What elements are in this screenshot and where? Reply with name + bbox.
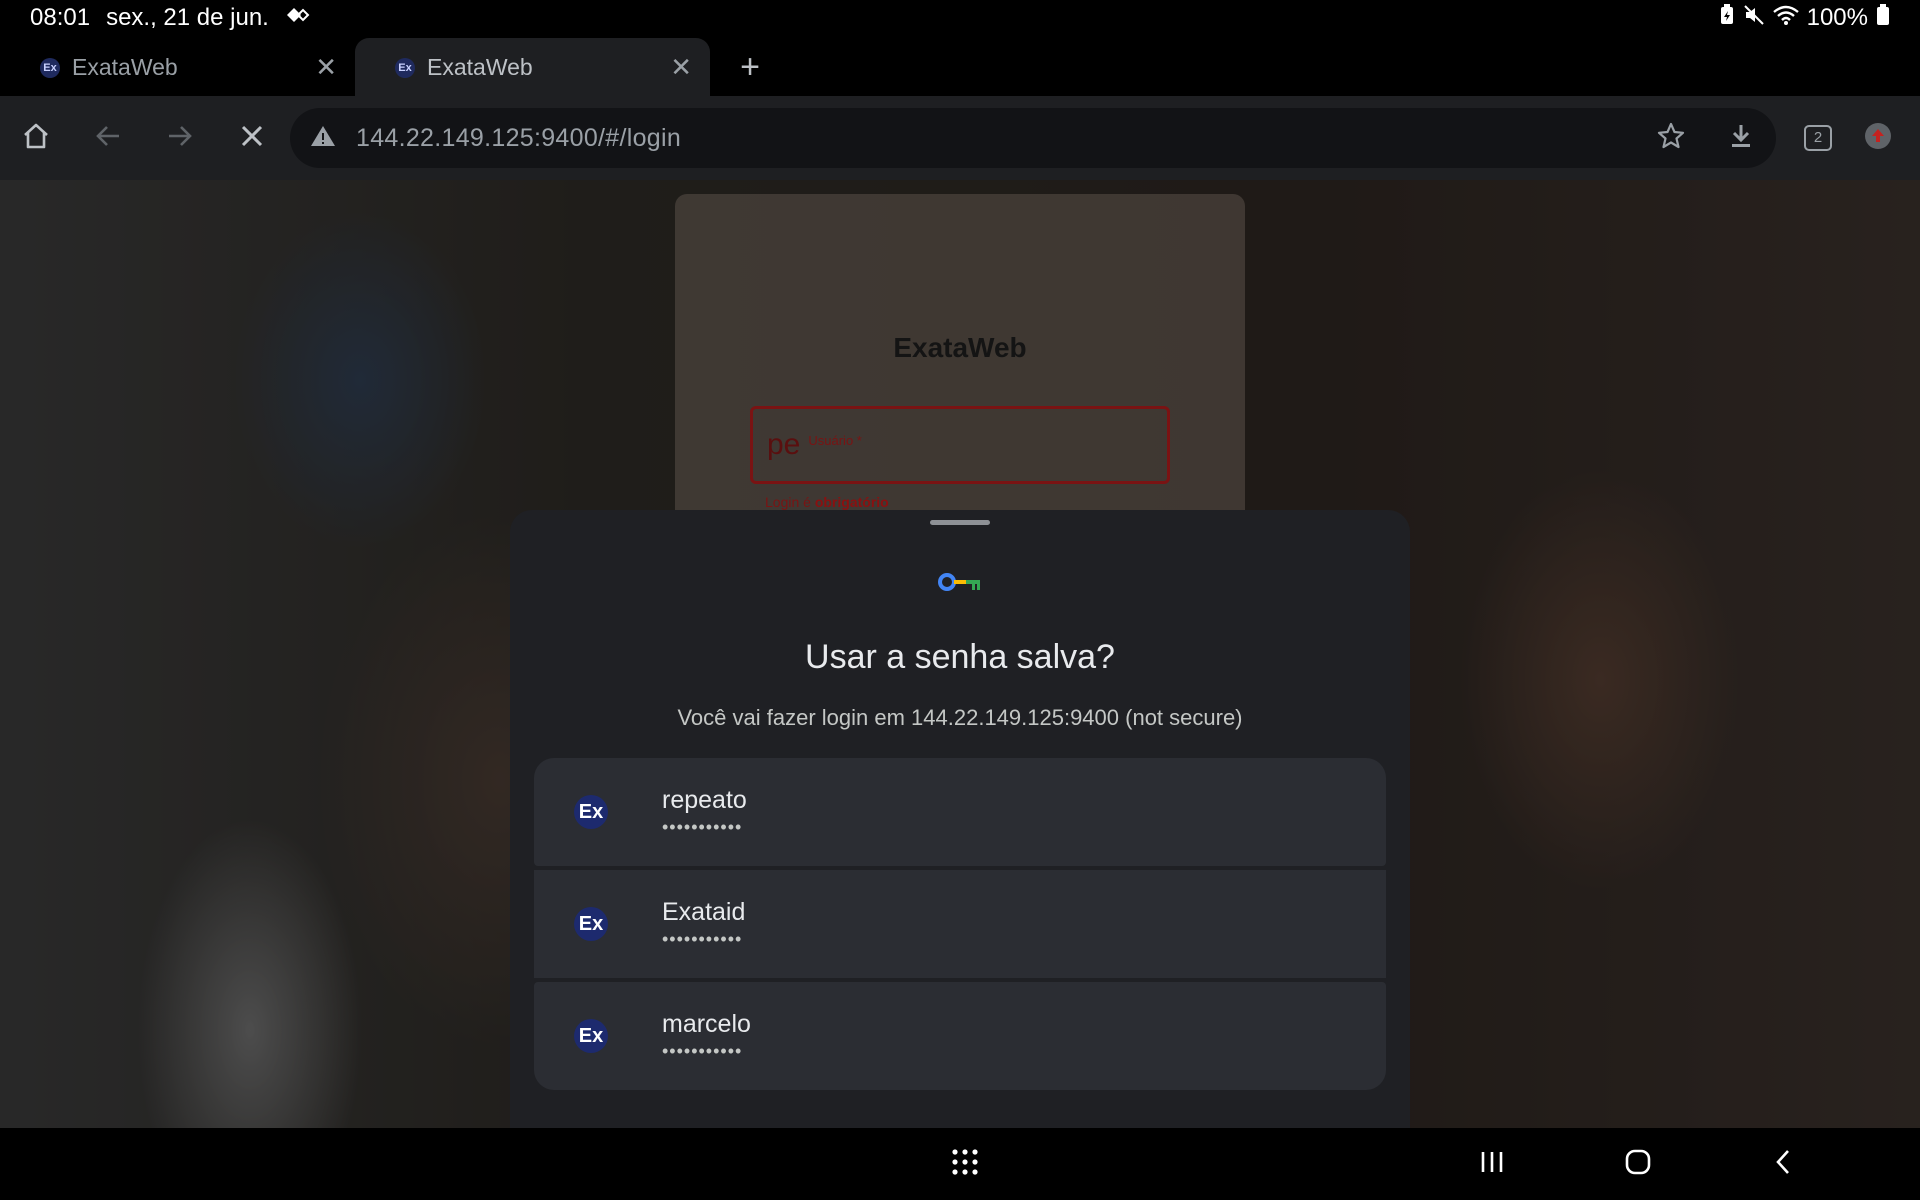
- status-bar: 08:01 sex., 21 de jun. 100%: [0, 0, 1920, 36]
- exataweb-logo-icon: Ex: [574, 907, 608, 941]
- close-icon[interactable]: ✕: [670, 52, 692, 83]
- tab-title: ExataWeb: [72, 53, 178, 80]
- login-error-message: Login é obrigatório: [765, 494, 889, 510]
- stop-icon: [238, 122, 266, 155]
- login-username-label: Usuário *: [808, 432, 862, 448]
- profile-icon: [1863, 121, 1893, 156]
- battery-saver-icon: [1719, 3, 1735, 33]
- home-button[interactable]: [0, 102, 72, 174]
- exataweb-logo-icon: Ex: [574, 1019, 608, 1053]
- address-bar[interactable]: 144.22.149.125:9400/#/login: [290, 108, 1776, 168]
- home-nav-button[interactable]: [1614, 1140, 1662, 1188]
- status-date: sex., 21 de jun.: [106, 4, 269, 31]
- plus-icon: +: [740, 47, 760, 86]
- login-error-emphasis: obrigatório: [814, 494, 889, 510]
- gestures-icon: [285, 4, 311, 32]
- account-password-masked: •••••••••••: [662, 929, 743, 949]
- saved-accounts-list: Ex repeato ••••••••••• Ex Exataid ••••••…: [534, 758, 1386, 1090]
- login-username-field[interactable]: pe Usuário *: [750, 406, 1170, 484]
- back-button[interactable]: [72, 102, 144, 174]
- key-icon: [937, 570, 985, 599]
- saved-password-sheet: Usar a senha salva? Você vai fazer login…: [510, 510, 1410, 1128]
- warning-icon[interactable]: [310, 124, 336, 153]
- back-icon: [93, 121, 123, 156]
- download-icon[interactable]: [1726, 121, 1756, 156]
- tab-strip: Ex ExataWeb ✕ Ex ExataWeb ✕ +: [0, 36, 1920, 96]
- account-item-repeato[interactable]: Ex repeato •••••••••••: [534, 758, 1386, 866]
- tab-switcher-icon: 2: [1804, 125, 1832, 151]
- login-username-value: pe: [767, 428, 801, 461]
- new-tab-button[interactable]: +: [710, 38, 790, 96]
- tab-title: ExataWeb: [427, 53, 533, 80]
- back-nav-icon: [1770, 1148, 1798, 1181]
- home-icon: [21, 121, 51, 156]
- star-icon[interactable]: [1656, 121, 1686, 156]
- account-item-marcelo[interactable]: Ex marcelo •••••••••••: [534, 982, 1386, 1090]
- exataweb-logo-icon: Ex: [574, 795, 608, 829]
- sheet-heading: Usar a senha salva?: [805, 638, 1115, 676]
- back-nav-button[interactable]: [1760, 1140, 1808, 1188]
- mute-icon: [1743, 4, 1765, 33]
- profile-button[interactable]: [1842, 102, 1914, 174]
- account-username: Exataid: [662, 898, 746, 926]
- login-app-title: ExataWeb: [893, 332, 1027, 363]
- battery-icon: [1876, 3, 1890, 33]
- account-password-masked: •••••••••••: [662, 817, 743, 837]
- exataweb-favicon: Ex: [395, 58, 415, 78]
- stop-loading-button[interactable]: [216, 102, 288, 174]
- sheet-drag-handle[interactable]: [930, 520, 990, 525]
- apps-button[interactable]: [941, 1140, 989, 1188]
- url-text[interactable]: 144.22.149.125:9400/#/login: [356, 124, 681, 153]
- wifi-icon: [1772, 4, 1799, 33]
- browser-toolbar: 144.22.149.125:9400/#/login 2: [0, 96, 1920, 180]
- account-password-masked: •••••••••••: [662, 1041, 743, 1061]
- battery-percent: 100%: [1806, 4, 1868, 31]
- account-username: repeato: [662, 786, 747, 814]
- account-username: marcelo: [662, 1010, 751, 1038]
- close-icon[interactable]: ✕: [315, 52, 337, 83]
- login-error-prefix: Login é: [765, 494, 811, 510]
- recents-button[interactable]: [1468, 1140, 1516, 1188]
- status-time: 08:01: [30, 4, 91, 31]
- account-item-exataid[interactable]: Ex Exataid •••••••••••: [534, 870, 1386, 978]
- home-nav-icon: [1624, 1148, 1652, 1181]
- recents-icon: [1478, 1148, 1506, 1181]
- tab-exataweb-2[interactable]: Ex ExataWeb ✕: [355, 38, 710, 96]
- forward-icon: [165, 121, 195, 156]
- tab-exataweb-1[interactable]: Ex ExataWeb ✕: [0, 38, 355, 96]
- exataweb-favicon: Ex: [40, 58, 60, 78]
- forward-button[interactable]: [144, 102, 216, 174]
- system-navigation-bar: [0, 1128, 1920, 1200]
- sheet-subtitle: Você vai fazer login em 144.22.149.125:9…: [677, 705, 1243, 730]
- apps-grid-icon: [950, 1147, 980, 1182]
